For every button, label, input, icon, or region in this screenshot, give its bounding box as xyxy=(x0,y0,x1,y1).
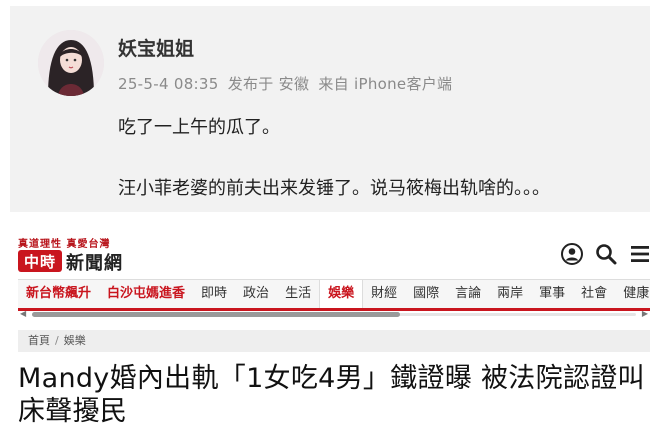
breadcrumb-separator: / xyxy=(55,334,59,347)
article-headline: Mandy婚內出軌「1女吃4男」鐵證曝 被法院認證叫床聲擾民 xyxy=(18,363,645,427)
post-source: 来自 iPhone客户端 xyxy=(318,75,453,93)
site-logo-badge[interactable]: 中時 xyxy=(18,250,62,272)
nav-item[interactable]: 健康 xyxy=(615,280,650,308)
nav-item[interactable]: 軍事 xyxy=(531,280,573,308)
site-slogan: 真道理性 真愛台灣 xyxy=(18,239,111,250)
nav-scrollbar[interactable]: ◀ ▶ xyxy=(18,308,650,320)
scroll-right-icon[interactable]: ▶ xyxy=(642,309,648,318)
post-location: 发布于 安徽 xyxy=(227,75,310,93)
post-time[interactable]: 25-5-4 08:35 xyxy=(118,75,219,93)
post-meta: 25-5-4 08:35 发布于 安徽 来自 iPhone客户端 xyxy=(118,73,456,94)
avatar-illustration xyxy=(38,30,104,96)
nav-item[interactable]: 財經 xyxy=(363,280,405,308)
nav-item[interactable]: 白沙屯媽進香 xyxy=(99,280,193,308)
breadcrumb-home[interactable]: 首頁 xyxy=(28,334,50,347)
search-icon[interactable] xyxy=(594,242,618,266)
avatar[interactable] xyxy=(38,30,104,96)
nav-item[interactable]: 娛樂 xyxy=(319,280,364,308)
nav-item[interactable]: 政治 xyxy=(235,280,277,308)
social-post-card: 妖宝姐姐 25-5-4 08:35 发布于 安徽 来自 iPhone客户端 吃了… xyxy=(10,6,650,212)
post-text-line: 吃了一上午的瓜了。 xyxy=(118,117,280,138)
breadcrumb: 首頁 / 娛樂 xyxy=(18,330,650,352)
menu-icon[interactable] xyxy=(628,242,652,266)
nav-item[interactable]: 言論 xyxy=(447,280,489,308)
nav-item[interactable]: 兩岸 xyxy=(489,280,531,308)
scroll-left-icon[interactable]: ◀ xyxy=(20,309,26,318)
post-text-line: 汪小菲老婆的前夫出来发锤了。说马筱梅出轨啥的。。。 xyxy=(118,178,550,199)
post-username[interactable]: 妖宝姐姐 xyxy=(118,34,194,61)
breadcrumb-current[interactable]: 娛樂 xyxy=(64,334,86,347)
nav-item[interactable]: 即時 xyxy=(193,280,235,308)
user-icon[interactable] xyxy=(560,242,584,266)
site-logo-name[interactable]: 新聞網 xyxy=(66,249,123,275)
header-actions xyxy=(560,242,652,266)
site-header: 真道理性 真愛台灣 中時 新聞網 xyxy=(0,226,660,276)
nav-item[interactable]: 生活 xyxy=(277,280,319,308)
nav-item[interactable]: 社會 xyxy=(573,280,615,308)
nav-item[interactable]: 國際 xyxy=(405,280,447,308)
category-nav: 新台幣飆升 白沙屯媽進香 即時 政治 生活 娛樂 財經 國際 言論 兩岸 軍事 社會 健康 xyxy=(18,279,650,311)
nav-item[interactable]: 新台幣飆升 xyxy=(18,280,99,308)
scrollbar-thumb[interactable] xyxy=(32,312,400,317)
